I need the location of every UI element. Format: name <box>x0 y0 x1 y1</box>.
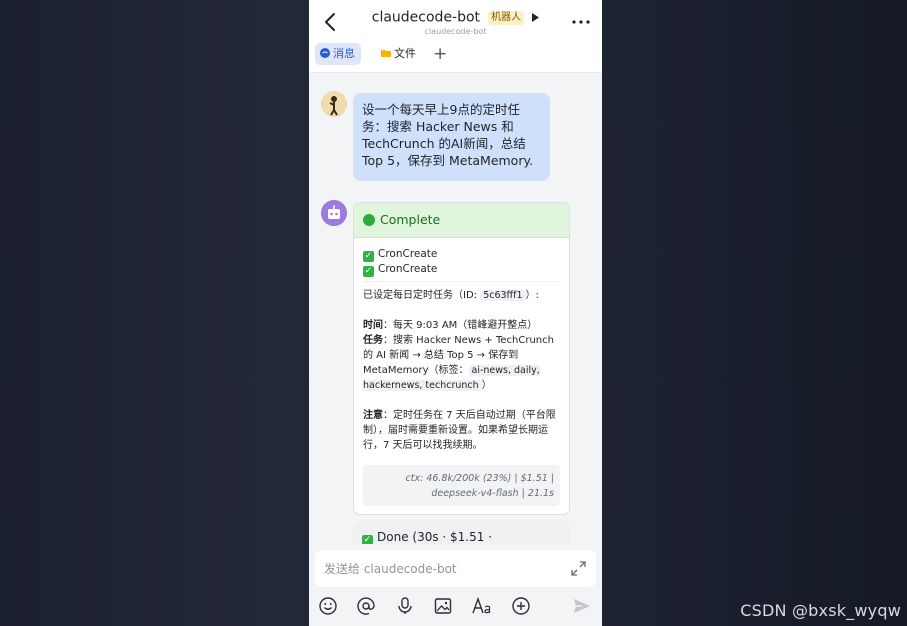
task-end: ） <box>481 380 492 391</box>
tool-name: CronCreate <box>378 248 438 260</box>
bot-badge: 机器人 <box>488 10 525 25</box>
note-label: 注意 <box>363 410 383 421</box>
watermark: CSDN @bxsk_wyqw <box>740 601 901 620</box>
done-text: Done (30s · $1.51 · <box>377 530 493 544</box>
card-body: ✓ CronCreate ✓ CronCreate 已设定每日定时任务（ID: 5c… <box>354 238 569 506</box>
chat-header: claudecode-bot 机器人 claudecode-bot 消息 文件 … <box>309 0 602 73</box>
chat-subtitle: claudecode-bot <box>424 27 487 36</box>
tab-files[interactable]: 文件 <box>375 43 422 65</box>
robot-icon <box>321 200 347 226</box>
chat-title: claudecode-bot <box>371 9 481 26</box>
time-value: ：每天 9:03 AM（错峰避开整点） <box>383 320 538 331</box>
bot-avatar[interactable] <box>321 200 347 226</box>
checkmark-icon: ✓ <box>362 535 373 544</box>
tool-call-row: ✓ CronCreate <box>363 262 560 277</box>
tool-call-row: ✓ CronCreate <box>363 247 560 262</box>
mic-icon[interactable] <box>395 596 415 616</box>
more-options-icon[interactable] <box>572 20 590 24</box>
note-value: ：定时任务在 7 天后自动过期（平台限制），届时需要重新设置。如果希望长期运行，… <box>363 410 556 451</box>
mention-icon[interactable] <box>356 596 376 616</box>
tool-name: CronCreate <box>378 263 438 275</box>
user-message-bubble: 设一个每天早上9点的定时任务：搜索 Hacker News 和TechCrunc… <box>353 93 550 181</box>
intro-prefix: 已设定每日定时任务（ID: <box>363 290 481 301</box>
divider <box>363 281 560 282</box>
intro-line: 已设定每日定时任务（ID: 5c63fff1）: <box>363 288 560 303</box>
intro-suffix: ）: <box>525 290 539 301</box>
status-text: Complete <box>380 212 441 227</box>
tab-files-label: 文件 <box>394 47 416 60</box>
checkmark-icon: ✓ <box>363 251 374 262</box>
chat-bubble-icon <box>320 48 330 58</box>
caret-right-icon <box>532 13 540 22</box>
task-line: 任务：搜索 Hacker News + TechCrunch 的 AI 新闻 →… <box>363 333 560 393</box>
add-icon[interactable] <box>511 596 531 616</box>
input-placeholder: 发送给 claudecode-bot <box>324 562 457 576</box>
meta-line: deepseek-v4-flash | 21.1s <box>431 488 554 499</box>
bot-response-card: Complete ✓ CronCreate ✓ CronCreate 已设定每日定时… <box>353 202 570 515</box>
title-row[interactable]: claudecode-bot 机器人 <box>309 7 602 26</box>
tab-messages[interactable]: 消息 <box>315 43 361 65</box>
task-label: 任务 <box>363 335 383 346</box>
image-icon[interactable] <box>433 596 453 616</box>
message-input[interactable]: 发送给 claudecode-bot <box>315 550 596 587</box>
note-line: 注意：定时任务在 7 天后自动过期（平台限制），届时需要重新设置。如果希望长期运… <box>363 408 560 453</box>
tab-add-button[interactable]: + <box>429 43 451 65</box>
expand-icon[interactable] <box>571 561 586 576</box>
user-avatar-image <box>321 91 347 117</box>
phone-screen: claudecode-bot 机器人 claudecode-bot 消息 文件 … <box>309 0 602 626</box>
time-label: 时间 <box>363 320 383 331</box>
composer: 发送给 claudecode-bot <box>309 544 602 626</box>
send-icon[interactable] <box>572 596 592 616</box>
status-dot-icon <box>363 214 375 226</box>
task-id-code: 5c63fff1 <box>480 290 526 301</box>
composer-toolbar <box>309 594 602 618</box>
status-header: Complete <box>354 203 569 238</box>
folder-icon <box>381 50 391 57</box>
message-list[interactable]: 设一个每天早上9点的定时任务：搜索 Hacker News 和TechCrunc… <box>309 72 602 544</box>
user-avatar[interactable] <box>321 91 347 117</box>
done-card: ✓ Done (30s · $1.51 · <box>353 521 570 544</box>
meta-info-box: ctx: 46.8k/200k (23%) | $1.51 | deepseek… <box>363 465 560 506</box>
text-format-icon[interactable] <box>472 596 492 616</box>
checkmark-icon: ✓ <box>363 266 374 277</box>
tab-messages-label: 消息 <box>333 47 355 60</box>
time-line: 时间：每天 9:03 AM（错峰避开整点） <box>363 318 560 333</box>
meta-line: ctx: 46.8k/200k (23%) | $1.51 | <box>405 473 554 484</box>
emoji-icon[interactable] <box>318 596 338 616</box>
